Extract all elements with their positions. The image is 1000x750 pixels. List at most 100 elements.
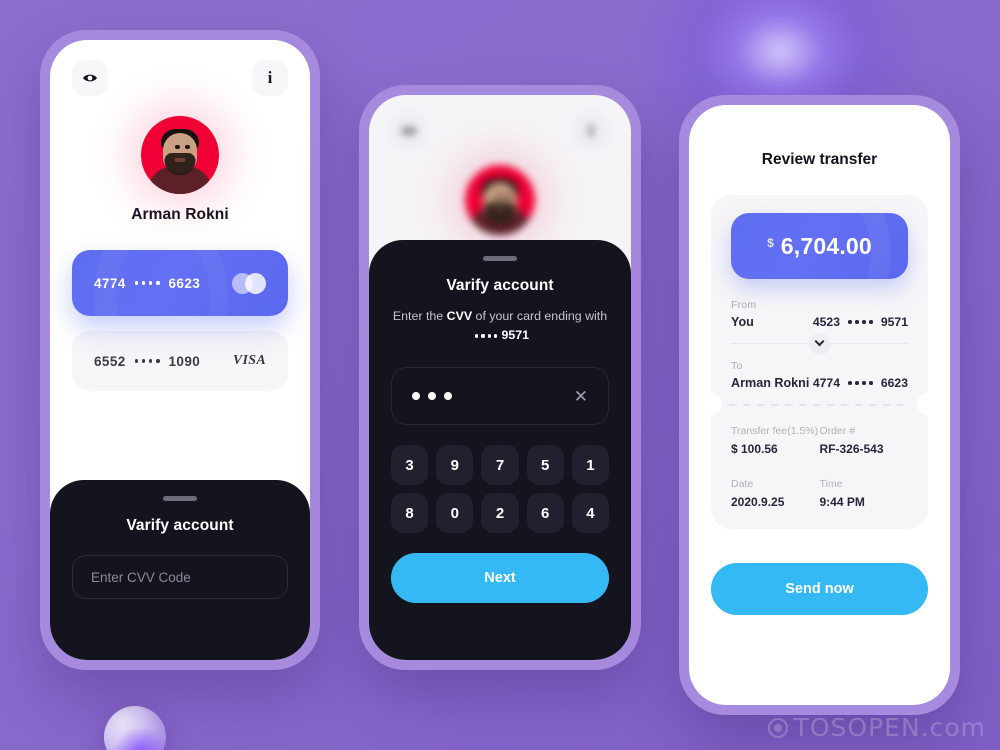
keypad-key[interactable]: 6: [526, 493, 564, 534]
card-mask-dots: [474, 334, 498, 338]
keypad-key[interactable]: 1: [571, 445, 609, 486]
meta-cell: Transfer fee(1.5%) $ 100.56: [731, 425, 820, 456]
swap-divider: [731, 332, 908, 355]
card-last4: 9571: [501, 328, 530, 343]
next-button[interactable]: Next: [391, 553, 609, 604]
subtitle-part1: Enter the: [392, 309, 447, 323]
keypad-key[interactable]: 2: [481, 493, 519, 534]
eye-icon: [402, 127, 416, 135]
amount-display: $ 6,704.00: [731, 213, 908, 279]
meta-label: Time: [819, 478, 843, 490]
avatar: [465, 165, 535, 235]
transfer-receipt: $ 6,704.00 From You 4523 9571 To Arman R…: [711, 195, 928, 529]
meta-value: 2020.9.25: [731, 495, 785, 509]
card-item-primary[interactable]: 4774 6623: [72, 250, 288, 316]
mastercard-icon: [232, 272, 266, 294]
receipt-meta: Transfer fee(1.5%) $ 100.56 Order # RF-3…: [731, 425, 908, 509]
send-now-button[interactable]: Send now: [711, 563, 928, 615]
meta-label: Transfer fee(1.5%): [731, 425, 819, 437]
avatar-mouth: [174, 158, 186, 162]
avatar-eye-right: [504, 194, 510, 198]
entered-code-dots: [412, 392, 452, 401]
keypad-key[interactable]: 8: [391, 493, 429, 534]
card-suffix: 6623: [168, 275, 201, 291]
eye-icon-button[interactable]: [72, 60, 108, 96]
page-title: Review transfer: [761, 151, 878, 168]
subtitle-cvv: CVV: [446, 309, 473, 323]
eye-icon-button[interactable]: [391, 113, 427, 149]
cvv-code-input[interactable]: ✕: [391, 367, 609, 426]
phone1-topbar: i: [50, 40, 310, 96]
watermark-logo-icon: [767, 717, 788, 738]
card-mask-dots: [848, 381, 873, 385]
keypad-key[interactable]: 9: [436, 445, 474, 486]
perforation-notch-right: [917, 393, 928, 415]
avatar-eye-right: [185, 145, 191, 149]
sheet-grabber[interactable]: [163, 496, 197, 501]
phone2-topbar: i: [369, 95, 631, 149]
meta-cell: Order # RF-326-543: [820, 425, 909, 456]
card-mask-dots: [848, 320, 873, 324]
phone-mockup-profile: i Arman Rokni 4774 6623 6552 1090 VISA V…: [40, 30, 320, 670]
close-icon[interactable]: ✕: [574, 388, 588, 405]
phone-mockup-review: Review transfer $ 6,704.00 From You 4523…: [679, 95, 960, 715]
sheet-grabber[interactable]: [483, 256, 517, 261]
meta-label: Date: [731, 478, 754, 490]
chevron-down-icon: [814, 336, 825, 347]
info-icon: i: [588, 121, 594, 140]
avatar-mouth: [494, 207, 506, 211]
avatar-eye-left: [175, 145, 181, 149]
sheet-subtitle: Enter the CVV of your card ending with 95…: [391, 307, 609, 345]
card-mask-dots: [134, 281, 160, 285]
visa-icon: VISA: [232, 353, 266, 368]
phone1-profile: Arman Rokni: [50, 116, 310, 224]
from-name: You: [731, 315, 754, 329]
keypad-key[interactable]: 3: [391, 445, 429, 486]
meta-label: Order #: [819, 425, 856, 437]
card-suffix: 6623: [880, 376, 908, 390]
keypad-key[interactable]: 5: [526, 445, 564, 486]
avatar-eye-left: [495, 194, 501, 198]
from-card-number: 4523 9571: [813, 315, 908, 329]
swap-direction-button[interactable]: [808, 332, 831, 355]
info-icon-button[interactable]: i: [252, 60, 288, 96]
to-name: Arman Rokni: [731, 376, 810, 390]
background-sphere: [104, 706, 166, 750]
profile-name: Arman Rokni: [131, 206, 229, 223]
cvv-input[interactable]: Enter CVV Code: [72, 555, 288, 599]
verify-sheet: Varify account Enter CVV Code: [50, 480, 310, 660]
keypad-key[interactable]: 7: [481, 445, 519, 486]
card-number: 4774 6623: [94, 276, 200, 291]
watermark: TOSOPEN.com: [767, 713, 986, 742]
sheet-title: Varify account: [126, 517, 234, 534]
subtitle-part2: of your card ending with: [472, 309, 608, 323]
numeric-keypad: 3 9 7 5 1 8 0 2 6 4: [391, 445, 609, 534]
phone3-screen: Review transfer $ 6,704.00 From You 4523…: [689, 105, 950, 705]
keypad-key[interactable]: 4: [571, 493, 609, 534]
perforation-notch-left: [711, 393, 722, 415]
phone-mockup-verify: i Arman Rokni: [359, 85, 641, 670]
avatar: [141, 116, 219, 194]
amount-currency: $: [767, 236, 774, 250]
card-list: 4774 6623 6552 1090 VISA: [50, 250, 310, 391]
meta-value: RF-326-543: [819, 442, 884, 456]
phone1-screen: i Arman Rokni 4774 6623 6552 1090 VISA V…: [50, 40, 310, 660]
meta-cell: Time 9:44 PM: [820, 478, 909, 509]
receipt-perforation: [711, 393, 928, 415]
card-suffix: 9571: [880, 315, 908, 329]
from-row: You 4523 9571: [731, 315, 908, 329]
sheet-title: Varify account: [446, 277, 554, 294]
card-prefix: 6552: [94, 353, 126, 369]
perforation-dashes: [729, 404, 910, 406]
keypad-key[interactable]: 0: [436, 493, 474, 534]
phone2-background-blurred: i Arman Rokni: [369, 95, 631, 263]
meta-cell: Date 2020.9.25: [731, 478, 820, 509]
app-canvas: i Arman Rokni 4774 6623 6552 1090 VISA V…: [0, 0, 1000, 750]
verify-sheet: Varify account Enter the CVV of your car…: [369, 240, 631, 660]
meta-value: $ 100.56: [731, 442, 778, 456]
card-prefix: 4774: [812, 376, 840, 390]
card-item-secondary[interactable]: 6552 1090 VISA: [72, 331, 288, 391]
transfer-from: From You 4523 9571: [731, 299, 908, 329]
meta-value: 9:44 PM: [819, 495, 865, 509]
info-icon-button[interactable]: i: [573, 113, 609, 149]
